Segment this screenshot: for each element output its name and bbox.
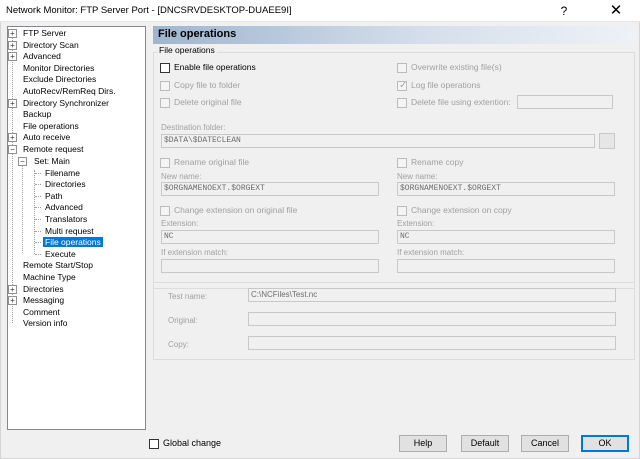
new-name-copy-field[interactable]: $ORGNAMENOEXT.$ORGEXT: [397, 182, 615, 196]
tree-item-autorecv-remreq-dirs[interactable]: AutoRecv/RemReq Dirs.: [21, 85, 118, 97]
settings-tree[interactable]: FTP Server + Directory Scan + Advanced +…: [7, 26, 146, 430]
tree-item-remote-request[interactable]: Remote request: [21, 143, 85, 155]
destination-folder-field[interactable]: $DATA\$DATECLEAN: [161, 134, 595, 148]
tree-item-directories-sub[interactable]: Directories: [43, 178, 88, 190]
copy-field[interactable]: [248, 336, 616, 350]
tree-connector: [12, 33, 13, 323]
panel-title: File operations: [158, 28, 237, 40]
tree-item-messaging[interactable]: Messaging: [21, 294, 66, 306]
tree-connector: [35, 219, 41, 220]
original-field[interactable]: [248, 312, 616, 326]
check-icon: ✓: [399, 80, 408, 91]
tree-item-remote-start-stop[interactable]: Remote Start/Stop: [21, 259, 95, 271]
group-label: File operations: [157, 45, 217, 55]
expand-icon[interactable]: +: [8, 41, 17, 50]
window-title: Network Monitor: FTP Server Port - [DNCS…: [6, 5, 292, 16]
expand-icon[interactable]: +: [8, 285, 17, 294]
test-name-field[interactable]: C:\NCFiles\Test.nc: [248, 288, 616, 302]
close-icon[interactable]: ✕: [597, 2, 635, 20]
tree-item-set-main[interactable]: Set: Main: [32, 155, 72, 167]
tree-connector: [35, 173, 41, 174]
tree-item-version-info[interactable]: Version info: [21, 317, 69, 329]
extension-copy-field[interactable]: NC: [397, 230, 615, 244]
new-name-label: New name:: [397, 172, 438, 181]
tree-item-advanced[interactable]: Advanced: [21, 50, 63, 62]
if-extension-match-label: If extension match:: [161, 248, 229, 257]
tree-connector: [35, 196, 41, 197]
extension-original-field[interactable]: NC: [161, 230, 379, 244]
title-bar: Network Monitor: FTP Server Port - [DNCS…: [0, 0, 640, 22]
tree-item-auto-receive[interactable]: Auto receive: [21, 131, 72, 143]
tree-item-ftp-server[interactable]: FTP Server: [21, 27, 68, 39]
extension-label: Extension:: [397, 219, 435, 228]
expand-icon[interactable]: +: [8, 133, 17, 142]
tree-item-translators[interactable]: Translators: [43, 213, 89, 225]
collapse-icon[interactable]: −: [18, 157, 27, 166]
tree-connector: [22, 158, 23, 253]
help-icon[interactable]: ?: [550, 3, 578, 19]
if-extension-match-label: If extension match:: [397, 248, 465, 257]
expand-icon[interactable]: +: [8, 99, 17, 108]
panel-header: File operations: [153, 26, 635, 44]
help-button[interactable]: Help: [399, 435, 447, 452]
copy-label: Copy:: [168, 340, 189, 349]
original-label: Original:: [168, 316, 198, 325]
ok-button[interactable]: OK: [581, 435, 629, 452]
tree-item-backup[interactable]: Backup: [21, 108, 53, 120]
if-extension-match-original-field[interactable]: [161, 259, 379, 273]
extension-label: Extension:: [161, 219, 199, 228]
tree-item-advanced-sub[interactable]: Advanced: [43, 201, 85, 213]
tree-item-exclude-directories[interactable]: Exclude Directories: [21, 73, 98, 85]
expand-icon[interactable]: +: [8, 296, 17, 305]
new-name-label: New name:: [161, 172, 202, 181]
expand-icon[interactable]: +: [8, 29, 17, 38]
new-name-original-field[interactable]: $ORGNAMENOEXT.$ORGEXT: [161, 182, 379, 196]
dialog-body: FTP Server + Directory Scan + Advanced +…: [0, 22, 640, 459]
destination-folder-label: Destination folder:: [161, 123, 226, 132]
collapse-icon[interactable]: −: [8, 145, 17, 154]
browse-folder-button[interactable]: [599, 133, 615, 149]
tree-connector: [35, 231, 41, 232]
test-name-label: Test name:: [168, 292, 208, 301]
tree-connector: [35, 254, 41, 255]
tree-connector: [35, 184, 41, 185]
tree-connector: [35, 207, 41, 208]
if-extension-match-copy-field[interactable]: [397, 259, 615, 273]
tree-connector: [35, 242, 41, 243]
tree-item-machine-type[interactable]: Machine Type: [21, 271, 78, 283]
cancel-button[interactable]: Cancel: [521, 435, 569, 452]
delete-extension-field[interactable]: [517, 95, 613, 109]
default-button[interactable]: Default: [461, 435, 509, 452]
tree-item-file-operations-selected[interactable]: File operations: [43, 236, 103, 248]
expand-icon[interactable]: +: [8, 52, 17, 61]
